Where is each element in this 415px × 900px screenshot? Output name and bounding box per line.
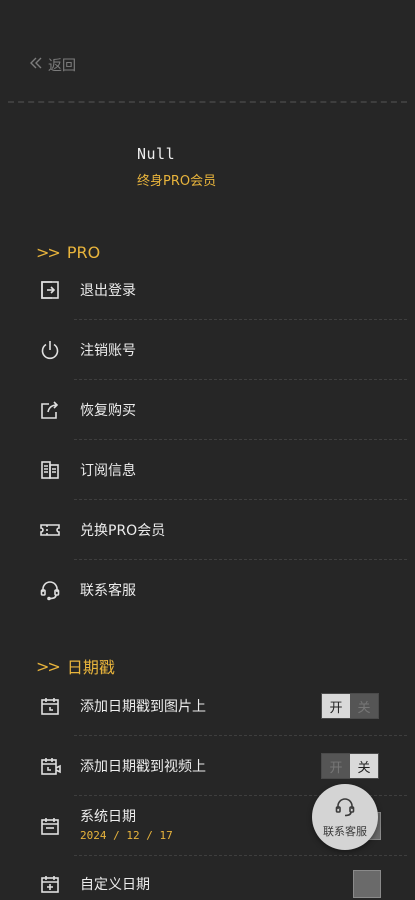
toggle-on-option[interactable]: 开	[322, 694, 350, 718]
logout-label: 退出登录	[80, 283, 136, 299]
back-button[interactable]: 返回	[28, 54, 76, 76]
section-title-pro-label: PRO	[66, 242, 101, 262]
video-datestamp-toggle[interactable]: 开 关	[321, 753, 379, 779]
top-bar: 返回	[0, 0, 415, 104]
headset-icon	[334, 796, 356, 823]
logout-row[interactable]: 退出登录	[0, 260, 415, 320]
redeem-pro-label: 兑换PRO会员	[80, 523, 166, 539]
contact-support-fab[interactable]: 联系客服	[312, 784, 378, 850]
logout-icon	[38, 278, 62, 302]
document-icon	[38, 458, 62, 482]
system-date-label: 系统日期	[80, 809, 136, 825]
custom-date-row[interactable]: 自定义日期	[0, 854, 415, 900]
toggle-on-option[interactable]: 开	[322, 754, 350, 778]
calendar-icon	[38, 814, 62, 838]
user-name: Null	[137, 145, 176, 163]
membership-level: 终身PRO会员	[137, 174, 217, 189]
delete-account-label: 注销账号	[80, 343, 136, 359]
double-chevron-right-icon: >>	[36, 656, 61, 676]
power-icon	[38, 338, 62, 362]
photo-datestamp-toggle[interactable]: 开 关	[321, 693, 379, 719]
divider	[8, 101, 407, 103]
toggle-off-option[interactable]: 关	[350, 754, 378, 778]
calendar-video-icon	[38, 754, 62, 778]
section-title-date: >> 日期戳	[36, 655, 115, 678]
ticket-icon	[38, 518, 62, 542]
double-chevron-left-icon	[28, 55, 44, 75]
double-chevron-right-icon: >>	[36, 242, 61, 262]
custom-date-label: 自定义日期	[80, 877, 150, 893]
calendar-plus-icon	[38, 872, 62, 896]
section-title-date-label: 日期戳	[66, 658, 115, 677]
back-label: 返回	[48, 58, 76, 74]
headset-icon	[38, 578, 62, 602]
redeem-pro-row[interactable]: 兑换PRO会员	[0, 500, 415, 560]
video-datestamp-label: 添加日期戳到视频上	[80, 759, 206, 775]
delete-account-row[interactable]: 注销账号	[0, 320, 415, 380]
user-info: Null 终身PRO会员	[137, 145, 216, 189]
photo-datestamp-row: 添加日期戳到图片上 开 关	[0, 676, 415, 736]
photo-datestamp-label: 添加日期戳到图片上	[80, 699, 206, 715]
custom-date-checkbox[interactable]	[353, 870, 381, 898]
contact-support-label: 联系客服	[80, 583, 136, 599]
system-date-value: 2024 / 12 / 17	[80, 829, 173, 842]
subscription-info-label: 订阅信息	[80, 463, 136, 479]
toggle-off-option[interactable]: 关	[350, 694, 378, 718]
subscription-info-row[interactable]: 订阅信息	[0, 440, 415, 500]
restore-purchase-label: 恢复购买	[80, 403, 136, 419]
calendar-icon	[38, 694, 62, 718]
share-icon	[38, 398, 62, 422]
fab-label: 联系客服	[323, 824, 367, 838]
restore-purchase-row[interactable]: 恢复购买	[0, 380, 415, 440]
contact-support-row[interactable]: 联系客服	[0, 560, 415, 620]
